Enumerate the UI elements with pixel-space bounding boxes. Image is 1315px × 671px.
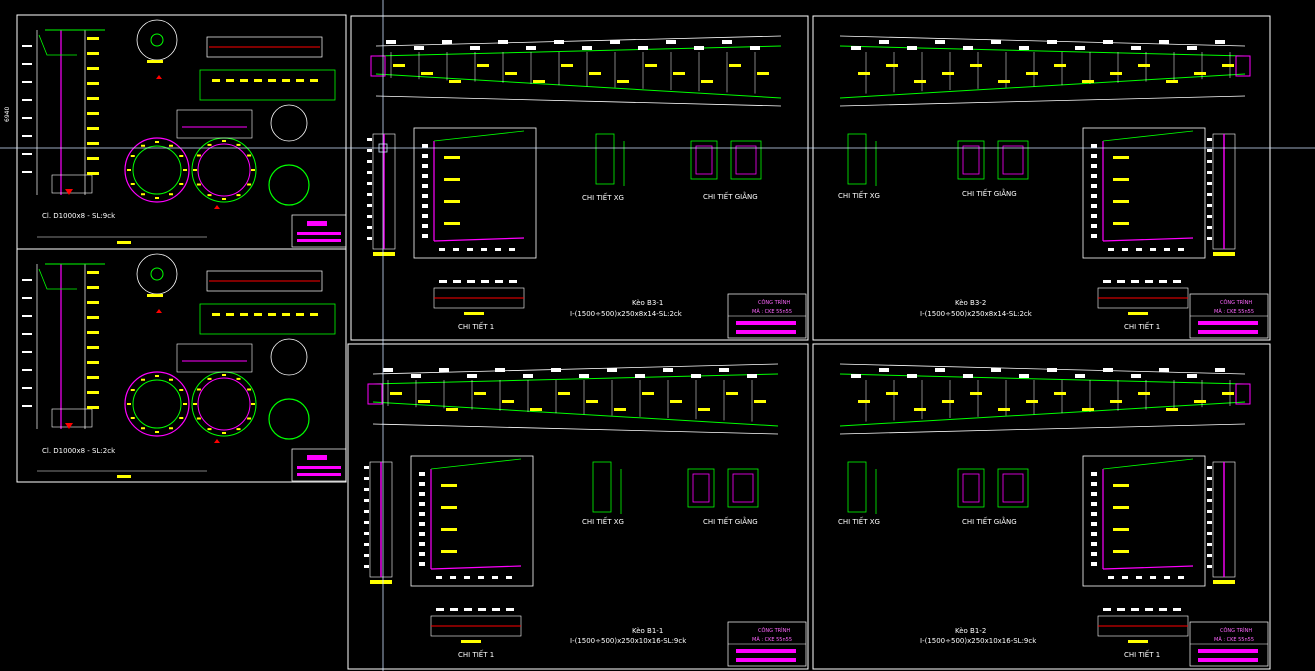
- side-dimension-label: 6940: [4, 107, 11, 122]
- detail-xg-label-b1-1: CHI TIẾT XG: [582, 516, 624, 526]
- detail-giang-label-b3-2: CHI TIẾT GIẰNG: [962, 188, 1017, 198]
- detail-xg-label-b3-1: CHI TIẾT XG: [582, 192, 624, 202]
- truss-section-b3-1: I-(1500÷500)x250x8x14-SL:2ck: [570, 310, 683, 318]
- truss-section-b1-2: I-(1500÷500)x250x10x16-SL:9ck: [920, 637, 1037, 645]
- truss-name-b3-2: Kèo B3-2: [955, 299, 986, 307]
- title-block-project-b3-1: CÔNG TRÌNH: [758, 299, 790, 306]
- truss-name-b3-1: Kèo B3-1: [632, 299, 663, 307]
- truss-name-b1-1: Kèo B1-1: [632, 627, 663, 635]
- title-block-code-b1-1: MÃ : CKE 55n55: [752, 636, 792, 643]
- column-caption-1: Cl. D1000x8 - SL:9ck: [42, 212, 116, 220]
- detail-1-label-b3-2: CHI TIẾT 1: [1124, 321, 1160, 331]
- title-block-code-b3-1: MÃ : CKE 55n55: [752, 308, 792, 315]
- truss-section-b3-2: I-(1500÷500)x250x8x14-SL:2ck: [920, 310, 1033, 318]
- title-block-code-b3-2: MÃ : CKE 55n55: [1214, 308, 1254, 315]
- detail-xg-label-b3-2: CHI TIẾT XG: [838, 190, 880, 200]
- title-block-project-b3-2: CÔNG TRÌNH: [1220, 299, 1252, 306]
- detail-1-label-b1-1: CHI TIẾT 1: [458, 649, 494, 659]
- title-block-project-b1-2: CÔNG TRÌNH: [1220, 627, 1252, 634]
- detail-giang-label-b1-1: CHI TIẾT GIẰNG: [703, 516, 758, 526]
- truss-name-b1-2: Kèo B1-2: [955, 627, 986, 635]
- detail-1-label-b1-2: CHI TIẾT 1: [1124, 649, 1160, 659]
- truss-section-b1-1: I-(1500÷500)x250x10x16-SL:9ck: [570, 637, 687, 645]
- detail-xg-label-b1-2: CHI TIẾT XG: [838, 516, 880, 526]
- title-block-project-b1-1: CÔNG TRÌNH: [758, 627, 790, 634]
- detail-giang-label-b3-1: CHI TIẾT GIẰNG: [703, 191, 758, 201]
- detail-giang-label-b1-2: CHI TIẾT GIẰNG: [962, 516, 1017, 526]
- detail-1-label-b3-1: CHI TIẾT 1: [458, 321, 494, 331]
- title-block-code-b1-2: MÃ : CKE 55n55: [1214, 636, 1254, 643]
- column-caption-2: Cl. D1000x8 - SL:2ck: [42, 447, 116, 455]
- cad-drawing-viewport[interactable]: Cl. D1000x8 - SL:9ck Cl. D1000x8 - SL:2c…: [0, 0, 1315, 671]
